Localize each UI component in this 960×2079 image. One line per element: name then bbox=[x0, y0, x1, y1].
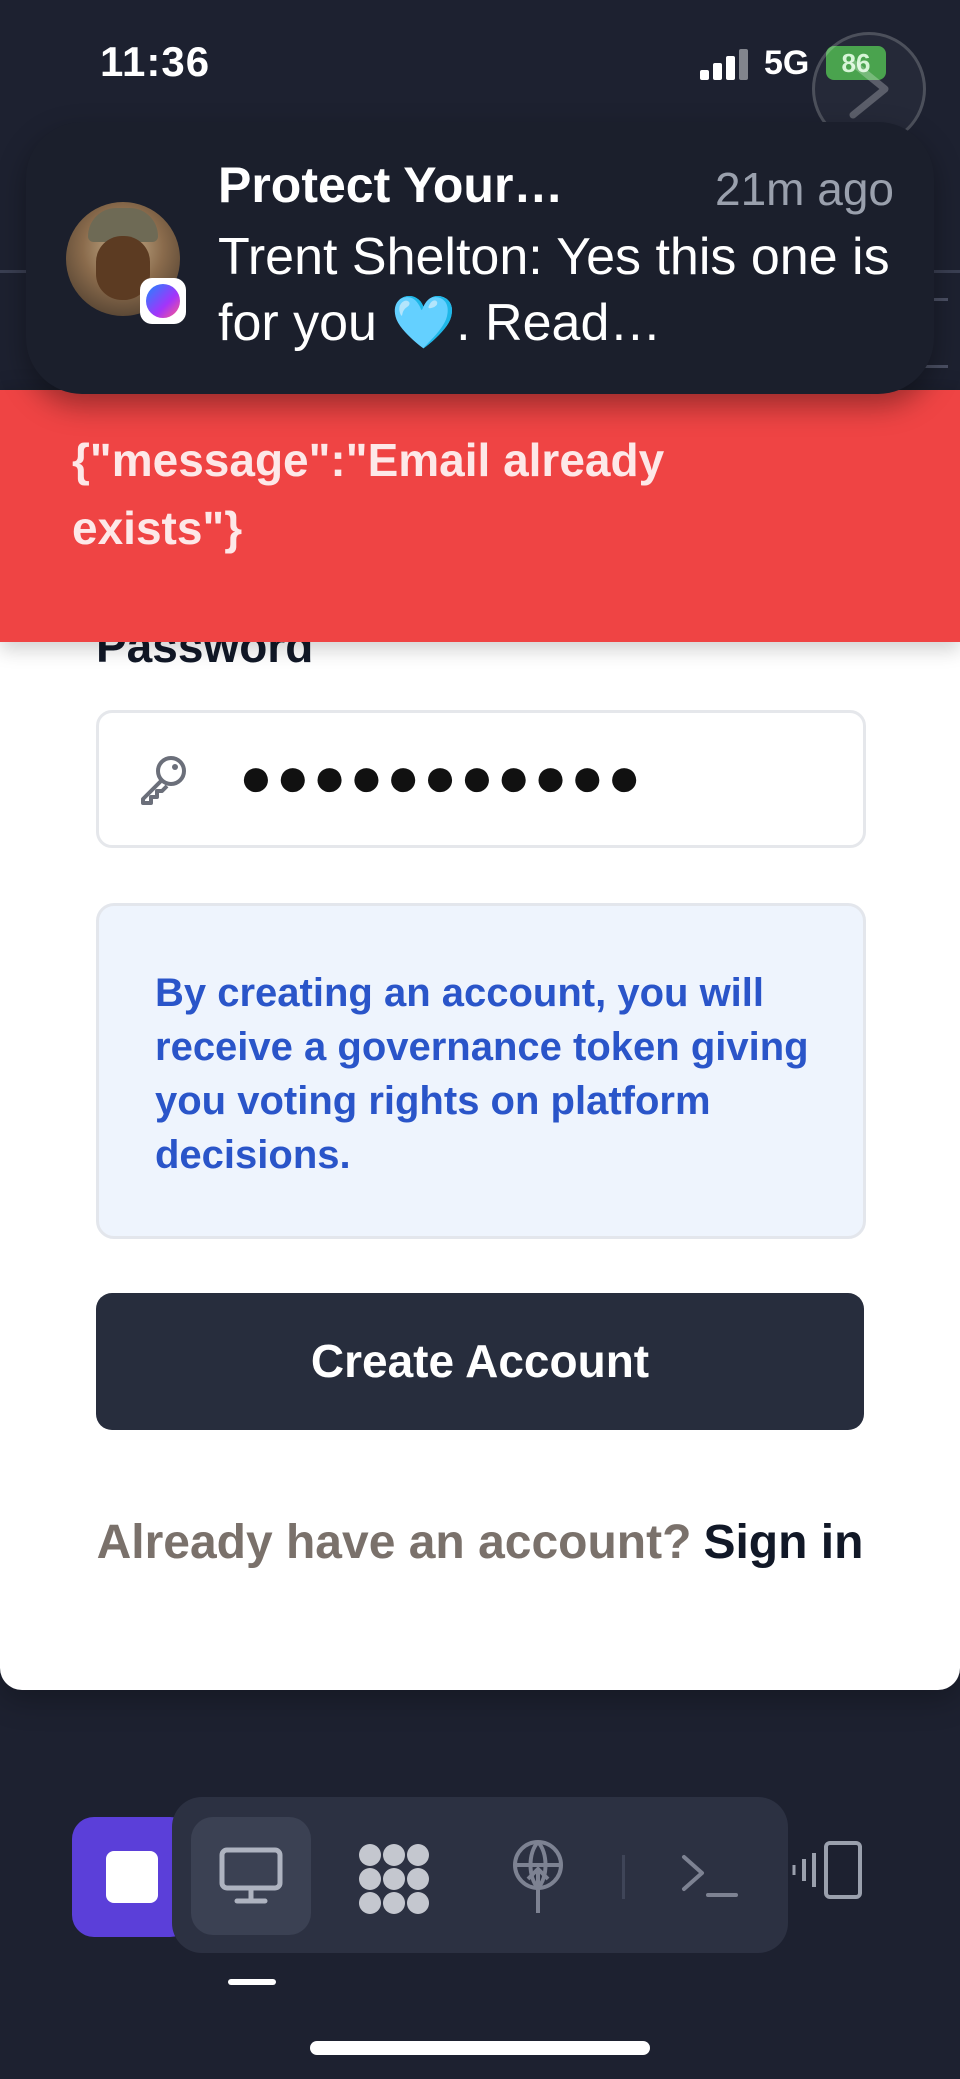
apps-grid-icon[interactable] bbox=[356, 1841, 432, 1917]
antenna-icon[interactable] bbox=[508, 1839, 568, 1915]
status-bar: 11:36 5G 86 bbox=[0, 0, 960, 146]
notification-title: Protect Your… bbox=[218, 157, 564, 213]
dock-divider bbox=[622, 1855, 625, 1899]
cellular-signal-icon bbox=[700, 48, 752, 80]
stop-icon bbox=[106, 1851, 158, 1903]
signin-prompt: Already have an account? bbox=[96, 1516, 692, 1569]
governance-info-text: By creating an account, you will receive… bbox=[155, 971, 809, 1177]
bottom-dock bbox=[0, 1755, 960, 2079]
error-banner: {"message":"Email already exists"} bbox=[0, 390, 960, 642]
multi-device-icon[interactable] bbox=[792, 1839, 864, 1901]
notification-time: 21m ago bbox=[714, 163, 894, 215]
governance-info-box: By creating an account, you will receive… bbox=[96, 903, 866, 1239]
desktop-icon bbox=[219, 1847, 283, 1904]
active-tab-indicator bbox=[228, 1979, 276, 1985]
home-indicator[interactable] bbox=[310, 2041, 650, 2055]
password-field[interactable]: ●●●●●●●●●●● bbox=[96, 710, 866, 848]
signin-link[interactable]: Sign in bbox=[703, 1516, 863, 1569]
status-time: 11:36 bbox=[100, 38, 211, 85]
messenger-icon bbox=[140, 278, 186, 324]
chevron-right-icon bbox=[849, 59, 889, 119]
create-account-button[interactable]: Create Account bbox=[96, 1293, 864, 1430]
network-type: 5G bbox=[764, 44, 810, 82]
push-notification[interactable]: Protect Your… 21m ago Trent Shelton: Yes… bbox=[26, 122, 934, 394]
desktop-button[interactable] bbox=[191, 1817, 311, 1935]
terminal-icon[interactable] bbox=[680, 1851, 740, 1901]
key-icon bbox=[141, 756, 186, 805]
notification-body: Trent Shelton: Yes this one is for you 🩵… bbox=[218, 228, 890, 352]
signin-row: Already have an account? Sign in bbox=[0, 1515, 960, 1570]
error-message: {"message":"Email already exists"} bbox=[72, 434, 665, 554]
password-value: ●●●●●●●●●●● bbox=[239, 745, 645, 808]
